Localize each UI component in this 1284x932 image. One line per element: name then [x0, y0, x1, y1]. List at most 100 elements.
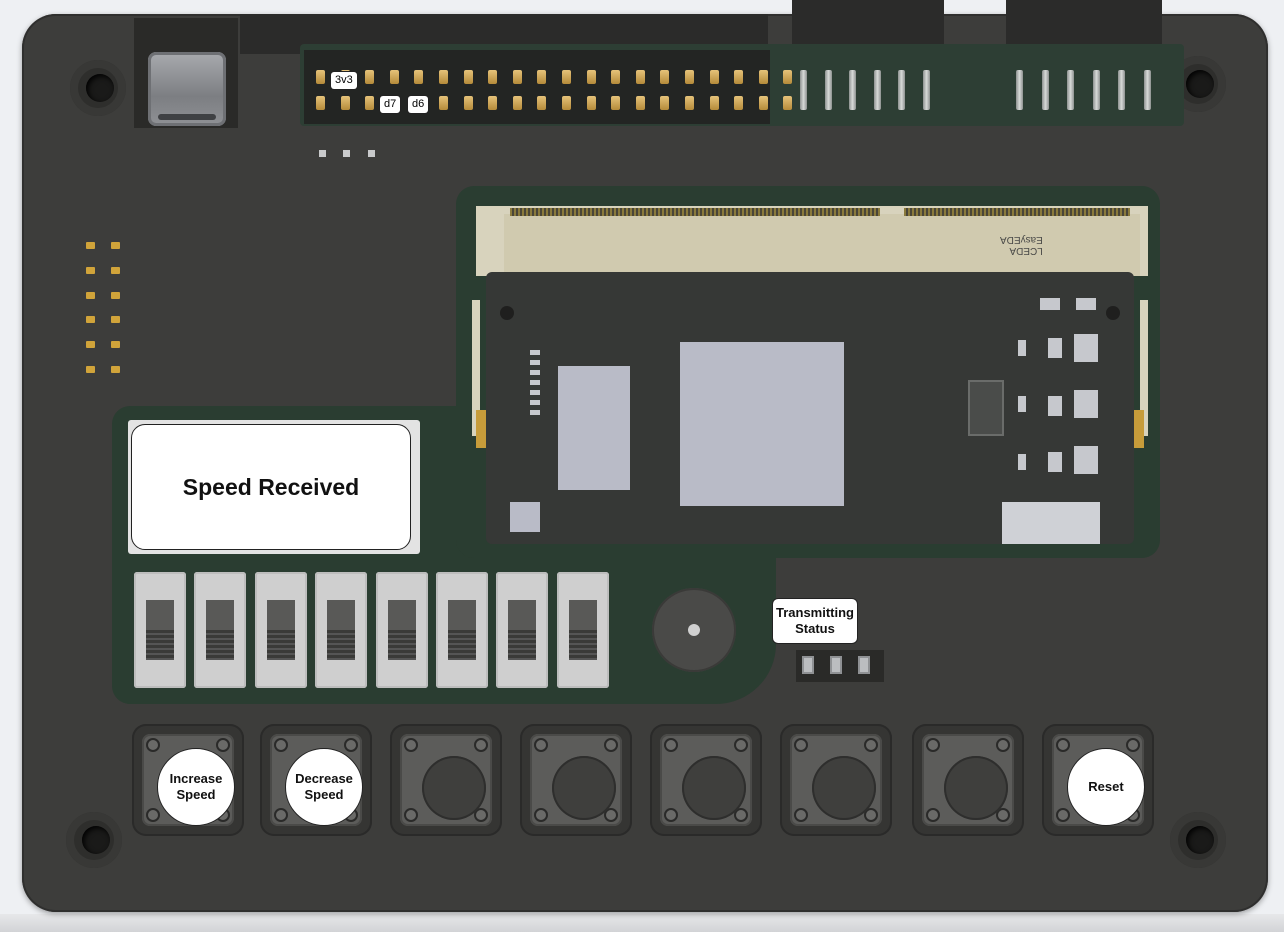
smd-component: [1074, 334, 1098, 362]
button-cap: [422, 756, 486, 820]
screw-icon: [1126, 738, 1140, 752]
module-mount-hole: [1106, 306, 1120, 320]
gpio-pin: [488, 70, 498, 84]
button-body: [922, 734, 1014, 826]
dip-switch-toggle[interactable]: [568, 630, 597, 660]
screw-icon: [664, 738, 678, 752]
push-button-7[interactable]: [912, 724, 1024, 836]
smd-component: [1018, 454, 1026, 470]
gpio-pin: [463, 96, 473, 110]
dip-switch: [315, 572, 368, 688]
screw-icon: [1056, 738, 1070, 752]
increase-speed-button[interactable]: Increase Speed: [132, 724, 244, 836]
push-button-3[interactable]: [390, 724, 502, 836]
button-cap: [682, 756, 746, 820]
dip-switch-toggle[interactable]: [266, 630, 295, 660]
gpio-pin: [758, 70, 768, 84]
button-body: Reset: [1052, 734, 1145, 826]
smd-component: [1076, 298, 1096, 310]
gpio-pin: [660, 96, 670, 110]
module-mount-hole: [500, 306, 514, 320]
dip-switch: [496, 572, 549, 688]
gpio-label-3v3: 3v3: [331, 72, 357, 89]
test-pad: [86, 266, 95, 274]
test-pad: [111, 316, 120, 324]
reset-button[interactable]: Reset: [1042, 724, 1154, 836]
screw-icon: [274, 808, 288, 822]
gpio-pin: [537, 70, 547, 84]
gpio-pin: [660, 70, 670, 84]
gpio-pin: [685, 96, 694, 110]
smd-component: [1074, 390, 1098, 418]
gpio-pin: [488, 96, 498, 110]
gpio-pin: [562, 70, 571, 84]
dip-switch-toggle[interactable]: [327, 630, 356, 660]
smd-component: [1040, 298, 1060, 310]
connector-pin: [1041, 70, 1049, 110]
status-led: [858, 656, 870, 674]
gpio-pin: [439, 96, 448, 110]
so-dimm-contacts: [510, 208, 880, 216]
screw-icon: [474, 738, 488, 752]
button-body: [660, 734, 752, 826]
so-dimm-slot: [504, 214, 1140, 276]
screw-icon: [734, 738, 748, 752]
gpio-label-d7: d7: [380, 96, 401, 113]
screw-icon: [146, 738, 160, 752]
screw-icon: [404, 738, 418, 752]
connector-pin: [800, 70, 807, 110]
screw-icon: [926, 808, 940, 822]
gpio-pin: [439, 70, 448, 84]
decrease-speed-button[interactable]: Decrease Speed: [260, 724, 372, 836]
gpio-pin: [635, 96, 645, 110]
smd-component: [1048, 396, 1062, 416]
screw-icon: [404, 808, 418, 822]
dip-switch-toggle[interactable]: [146, 630, 174, 660]
dip-switch-toggle[interactable]: [206, 630, 235, 660]
gpio-label-d6: d6: [408, 96, 429, 113]
increase-speed-label: Increase Speed: [157, 748, 235, 826]
gpio-pin: [586, 70, 596, 84]
screw-icon: [794, 808, 808, 822]
push-button-4[interactable]: [520, 724, 632, 836]
gpio-pin: [414, 70, 424, 84]
push-button-6[interactable]: [780, 724, 892, 836]
button-body: Increase Speed: [142, 734, 235, 826]
connector-pin: [1118, 70, 1125, 110]
gpio-pin: [537, 96, 547, 110]
dip-switch: [134, 572, 186, 688]
test-pad: [86, 341, 95, 349]
gpio-pin: [734, 70, 744, 84]
screw-icon: [274, 738, 288, 752]
dip-switch-toggle[interactable]: [448, 630, 476, 660]
dip-switch: [375, 572, 428, 688]
connector-pin: [1143, 70, 1151, 110]
memory-chip: [558, 366, 630, 490]
gpio-pin: [365, 96, 375, 110]
gpio-header: [304, 50, 770, 124]
screw-icon: [344, 738, 358, 752]
usb-c-port[interactable]: [148, 52, 226, 126]
screw-icon: [794, 738, 808, 752]
smd-component: [1048, 452, 1062, 472]
button-body: [790, 734, 882, 826]
test-pad: [111, 341, 120, 349]
screw-icon: [926, 738, 940, 752]
screw-icon: [146, 808, 160, 822]
dip-switch-toggle[interactable]: [508, 630, 537, 660]
connector-pin: [849, 70, 856, 110]
dip-switch-toggle[interactable]: [387, 630, 416, 660]
small-chip: [510, 502, 540, 532]
button-body: [530, 734, 622, 826]
ground-shadow: [0, 914, 1284, 932]
dip-switch: [194, 572, 247, 688]
gpio-pin: [611, 96, 621, 110]
gpio-pin: [783, 96, 793, 110]
gpio-pin: [611, 70, 621, 84]
push-button-5[interactable]: [650, 724, 762, 836]
test-pad: [86, 366, 95, 373]
test-pad: [86, 242, 95, 249]
processor-chip: [680, 342, 844, 506]
button-body: Decrease Speed: [270, 734, 363, 826]
screw-icon: [1056, 808, 1070, 822]
